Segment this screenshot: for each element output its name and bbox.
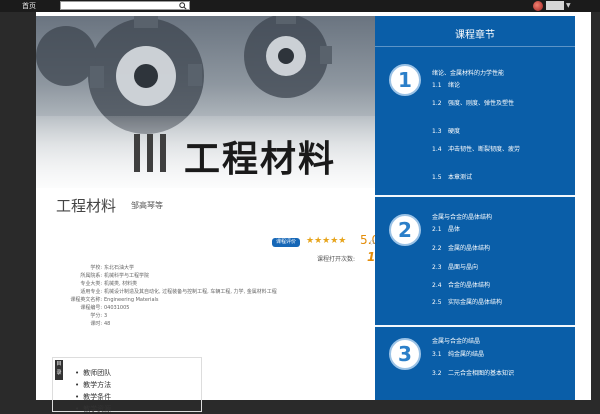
chapter-sidebar: 课程章节 1 绪论、金属材料的力学性能 1.1 绪论 1.2 强度、刚度、弹性及塑性…: [375, 16, 575, 400]
info-row: 适用专业: 机械设计制造及其自动化, 过程装备与控制工程, 车辆工程, 力学, 金…: [80, 289, 277, 295]
user-name[interactable]: [546, 1, 564, 10]
info-row: 课程英文名称: Engineering Materials: [70, 297, 159, 303]
info-row: 课程编号: 04031005: [80, 305, 130, 311]
sidebar-title: 课程章节: [455, 30, 495, 41]
section-item[interactable]: 1.3 硬度: [432, 128, 572, 136]
info-row: 学分: 3: [90, 313, 108, 319]
chapter-title[interactable]: 绪论、金属材料的力学性能: [432, 68, 504, 77]
toc-item-conditions[interactable]: 教学条件: [75, 392, 111, 402]
section-item[interactable]: 2.5 实际金属的晶体结构: [432, 299, 572, 307]
section-item[interactable]: 2.1 晶体: [432, 226, 572, 234]
home-link[interactable]: 首页: [22, 1, 36, 11]
toc-item-teachers[interactable]: 教师团队: [75, 368, 111, 378]
section-item[interactable]: 3.1 纯金属的结晶: [432, 351, 572, 359]
top-bar: 首页 ▼: [0, 0, 600, 12]
chapter-divider: [375, 195, 575, 197]
section-item[interactable]: 2.4 合金的晶体结构: [432, 282, 572, 290]
chapter-title[interactable]: 金属与合金的结晶: [432, 336, 480, 345]
banner-bars: [134, 134, 174, 172]
chapter-number-1: 1: [389, 64, 421, 96]
chapter-number-3: 3: [389, 338, 421, 370]
chapter-number-2: 2: [389, 214, 421, 246]
course-name: 工程材料: [56, 197, 117, 215]
course-teachers[interactable]: 邹高琴等: [131, 200, 163, 211]
search-icon[interactable]: [179, 2, 187, 10]
chevron-down-icon[interactable]: ▼: [566, 3, 571, 9]
toc-tab: 目录: [55, 360, 63, 380]
section-item[interactable]: 2.3 晶面与晶向: [432, 264, 572, 272]
section-item[interactable]: 2.2 金属的晶体结构: [432, 245, 572, 253]
section-item[interactable]: 1.2 强度、刚度、弹性及塑性: [432, 100, 572, 108]
section-item[interactable]: 1.1 绪论: [432, 82, 572, 90]
table-of-contents: 目录 教师团队 教学方法 教学条件 教学资源: [52, 357, 202, 414]
course-review-badge[interactable]: 课程评价: [272, 238, 300, 247]
open-count-label: 课程打开次数:: [317, 256, 356, 263]
rating-stars: ★★★★★: [306, 236, 347, 246]
course-banner: 工程材料: [36, 16, 375, 188]
avatar[interactable]: [533, 1, 543, 11]
section-item[interactable]: 1.4 冲击韧性、断裂韧度、疲劳: [432, 146, 572, 154]
toc-item-resources[interactable]: 教学资源: [75, 404, 111, 414]
info-row: 课时: 48: [90, 321, 111, 327]
banner-title: 工程材料: [184, 139, 337, 180]
info-row: 学校: 东北石油大学: [90, 265, 135, 271]
section-item[interactable]: 1.5 本章测试: [432, 174, 572, 182]
info-row: 专业大类: 机械类, 材料类: [80, 281, 138, 287]
chapter-divider: [375, 325, 575, 327]
toc-item-methods[interactable]: 教学方法: [75, 380, 111, 390]
divider: [375, 46, 575, 47]
search-input[interactable]: [60, 1, 190, 10]
info-row: 所属院系: 机械科学与工程学院: [80, 273, 150, 279]
chapter-title[interactable]: 金属与合金的晶体结构: [432, 212, 492, 221]
section-item[interactable]: 3.2 二元合金相图的基本知识: [432, 370, 572, 378]
